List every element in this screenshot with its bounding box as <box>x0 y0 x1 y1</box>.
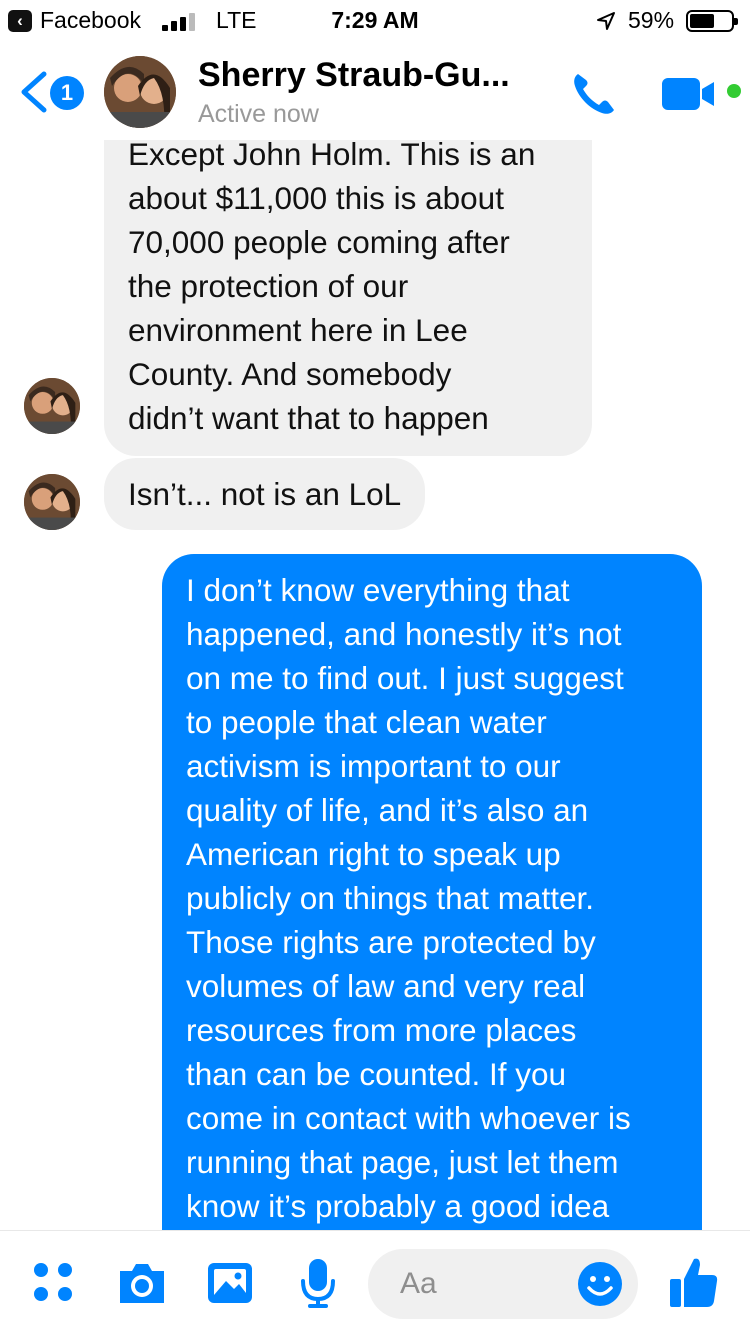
message-text: Isn’t... not is an LoL <box>128 476 402 512</box>
battery-level <box>690 14 714 28</box>
contact-status: Active now <box>198 100 319 128</box>
message-text: Except John Holm. This is an about $11,0… <box>128 140 536 436</box>
avatar[interactable] <box>24 474 80 530</box>
emoji-icon[interactable] <box>576 1260 624 1308</box>
conversation-header: 1 Sherry Straub-Gu... Active now <box>0 40 750 140</box>
contact-name[interactable]: Sherry Straub-Gu... <box>198 56 510 95</box>
video-camera-icon[interactable] <box>660 76 716 112</box>
microphone-icon[interactable] <box>300 1257 336 1309</box>
message-input-placeholder: Aa <box>400 1267 437 1300</box>
camera-icon[interactable] <box>116 1261 168 1305</box>
phone-icon[interactable] <box>568 68 620 120</box>
status-bar: ‹ Facebook LTE 7:29 AM 59% <box>0 0 750 40</box>
incoming-message[interactable]: Isn’t... not is an LoL <box>104 458 426 530</box>
incoming-message[interactable]: Except John Holm. This is an about $11,0… <box>104 140 592 456</box>
unread-badge[interactable]: 1 <box>50 76 84 110</box>
back-chevron-icon[interactable] <box>16 70 52 114</box>
thumbs-up-icon[interactable] <box>668 1255 720 1311</box>
battery-percent: 59% <box>628 7 675 33</box>
message-input[interactable]: Aa <box>368 1249 638 1319</box>
battery-icon <box>686 10 738 32</box>
avatar[interactable] <box>104 56 176 128</box>
message-text: I don’t know everything that happened, a… <box>186 572 631 1224</box>
location-arrow-icon <box>597 12 615 30</box>
active-indicator <box>727 84 741 98</box>
image-icon[interactable] <box>206 1261 254 1305</box>
composer-bar: Aa <box>0 1230 750 1334</box>
outgoing-message[interactable]: I don’t know everything that happened, a… <box>162 554 702 1230</box>
avatar[interactable] <box>24 378 80 434</box>
message-thread[interactable]: Except John Holm. This is an about $11,0… <box>0 140 750 1230</box>
apps-grid-icon[interactable] <box>32 1261 76 1305</box>
